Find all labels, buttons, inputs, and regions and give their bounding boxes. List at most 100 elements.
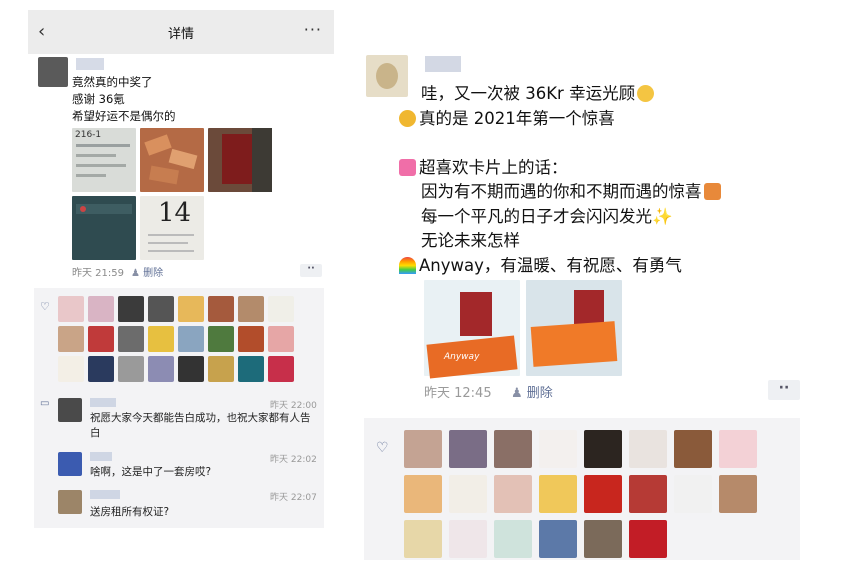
- post-text-line-content: 每一个平凡的日子才会闪闪发光: [421, 206, 652, 226]
- post-text: 竟然真的中奖了 感谢 36氪 希望好运不是偶尔的: [72, 74, 176, 125]
- post-text-line-content: 因为有不期而遇的你和不期而遇的惊喜: [421, 182, 702, 201]
- post-text: 哇，又一次被 36Kr 幸运光顾 真的是 2021年第一个惊喜 超喜欢卡片上的话…: [399, 82, 723, 279]
- liker-avatar[interactable]: [404, 475, 442, 513]
- post-text-line: 感谢 36氪: [72, 92, 125, 106]
- commenter-avatar[interactable]: [58, 490, 82, 514]
- post-text-line-content: 超喜欢卡片上的话：: [419, 157, 568, 177]
- liker-avatar[interactable]: [58, 356, 84, 382]
- avatar[interactable]: [38, 57, 68, 87]
- liker-avatar[interactable]: [178, 356, 204, 382]
- liker-avatar[interactable]: [268, 356, 294, 382]
- liker-avatar[interactable]: [539, 475, 577, 513]
- liker-avatar[interactable]: [494, 475, 532, 513]
- commenter-avatar[interactable]: [58, 398, 82, 422]
- post-photo[interactable]: [208, 128, 272, 192]
- liker-avatar[interactable]: [719, 430, 757, 468]
- liker-avatar[interactable]: [238, 296, 264, 322]
- surprised-emoji-icon: [399, 109, 416, 127]
- photo-caption-text: 14: [158, 198, 192, 228]
- more-actions-icon[interactable]: ··: [300, 264, 322, 277]
- liker-avatar[interactable]: [539, 430, 577, 468]
- liker-avatar[interactable]: [88, 296, 114, 322]
- liker-avatar[interactable]: [449, 475, 487, 513]
- post-text-line: 真的是 2021年第一个惊喜: [399, 107, 723, 132]
- post-photo[interactable]: 216-1: [72, 128, 136, 192]
- post-time: 昨天 12:45: [424, 386, 492, 401]
- page-title: 详情: [167, 27, 194, 42]
- liker-avatar[interactable]: [404, 520, 442, 558]
- liker-avatar[interactable]: [268, 296, 294, 322]
- liker-avatar[interactable]: [178, 296, 204, 322]
- liker-avatar[interactable]: [494, 520, 532, 558]
- delete-icon: ♟: [511, 386, 523, 401]
- post-photo[interactable]: [526, 280, 622, 376]
- post-text-line-content: Anyway，有温暖、有祝愿、有勇气: [419, 255, 682, 275]
- liker-avatar[interactable]: [148, 356, 174, 382]
- more-actions-icon[interactable]: ··: [768, 380, 800, 400]
- liker-avatar[interactable]: [148, 326, 174, 352]
- post-text-line-content: 真的是 2021年第一个惊喜: [419, 108, 615, 128]
- liker-avatar[interactable]: [629, 520, 667, 558]
- delete-label: 删除: [526, 386, 553, 401]
- liker-avatar[interactable]: [238, 326, 264, 352]
- liker-avatar[interactable]: [208, 356, 234, 382]
- liker-avatar[interactable]: [719, 475, 757, 513]
- post-text-line: 每一个平凡的日子才会闪闪发光✨: [421, 205, 723, 230]
- photo-caption-text: Anyway: [444, 352, 480, 362]
- liker-avatar[interactable]: [449, 430, 487, 468]
- post-text-line: 哇，又一次被 36Kr 幸运光顾: [421, 82, 723, 107]
- liker-avatar[interactable]: [88, 356, 114, 382]
- liker-avatar[interactable]: [118, 356, 144, 382]
- post-text-line: 超喜欢卡片上的话：: [399, 156, 723, 181]
- post-text-line: 竟然真的中奖了: [72, 75, 153, 89]
- liker-avatar[interactable]: [178, 326, 204, 352]
- post-text-line: 无论未来怎样: [421, 231, 520, 250]
- post-text-line: [421, 131, 723, 156]
- post-photo[interactable]: [72, 196, 136, 260]
- liker-avatar[interactable]: [539, 520, 577, 558]
- username-blurred[interactable]: [425, 56, 461, 72]
- delete-label: 删除: [143, 268, 164, 279]
- liker-avatar[interactable]: [58, 296, 84, 322]
- rainbow-emoji-icon: [399, 256, 416, 274]
- liker-avatar[interactable]: [268, 326, 294, 352]
- liker-avatar[interactable]: [208, 326, 234, 352]
- post-text-line: 因为有不期而遇的你和不期而遇的惊喜: [421, 180, 723, 205]
- commenter-avatar[interactable]: [58, 452, 82, 476]
- liker-avatar[interactable]: [88, 326, 114, 352]
- hearts-emoji-icon: [399, 158, 416, 176]
- post-photo[interactable]: 14: [140, 196, 204, 260]
- liker-avatar[interactable]: [494, 430, 532, 468]
- liker-avatar[interactable]: [404, 430, 442, 468]
- liker-avatar[interactable]: [208, 296, 234, 322]
- delete-link[interactable]: ♟ 删除: [131, 264, 163, 279]
- liker-avatar[interactable]: [118, 326, 144, 352]
- delete-link[interactable]: ♟ 删除: [511, 382, 553, 401]
- liker-avatar[interactable]: [584, 520, 622, 558]
- comment-time: 昨天 22:02: [270, 455, 317, 465]
- liker-avatar[interactable]: [238, 356, 264, 382]
- liker-avatar[interactable]: [584, 475, 622, 513]
- liker-avatar[interactable]: [629, 430, 667, 468]
- post-text-line: Anyway，有温暖、有祝愿、有勇气: [399, 254, 723, 279]
- post-photo[interactable]: [140, 128, 204, 192]
- liker-avatar[interactable]: [674, 475, 712, 513]
- commenter-name-blurred[interactable]: [90, 452, 112, 461]
- gift-emoji-icon: [703, 183, 721, 200]
- avatar[interactable]: [366, 55, 408, 97]
- post-photo[interactable]: Anyway: [424, 280, 520, 379]
- liker-avatar[interactable]: [629, 475, 667, 513]
- liker-avatar[interactable]: [449, 520, 487, 558]
- liker-avatar[interactable]: [118, 296, 144, 322]
- username-blurred[interactable]: [76, 58, 104, 70]
- commenter-name-blurred[interactable]: [90, 490, 120, 499]
- liker-avatar[interactable]: [674, 430, 712, 468]
- heart-icon: ♡: [376, 440, 389, 456]
- sparkles-emoji-icon: ✨: [652, 206, 673, 226]
- liker-avatar[interactable]: [584, 430, 622, 468]
- more-icon[interactable]: ···: [304, 20, 322, 39]
- commenter-name-blurred[interactable]: [90, 398, 116, 407]
- liker-avatar[interactable]: [58, 326, 84, 352]
- liker-avatar[interactable]: [148, 296, 174, 322]
- nav-bar: ‹ 详情 ···: [28, 10, 334, 54]
